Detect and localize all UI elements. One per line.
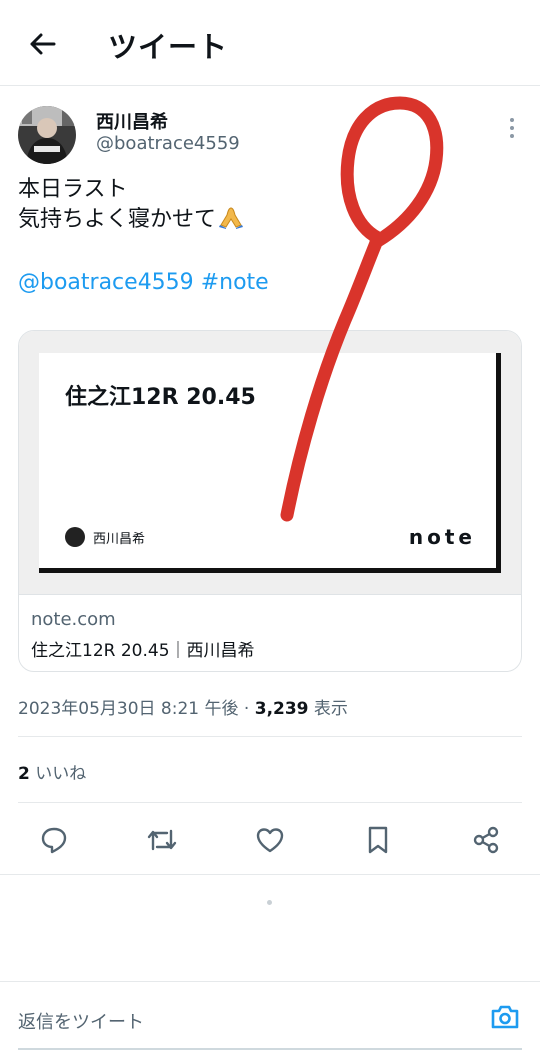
tweet-author-row: 西川昌希 @boatrace4559	[18, 100, 522, 166]
share-button[interactable]	[466, 820, 506, 860]
more-dots-icon	[510, 118, 514, 122]
reply-bar: 返信をツイート	[0, 981, 540, 1057]
note-logo: note	[408, 525, 476, 549]
like-button[interactable]	[250, 820, 290, 860]
tweet-actions	[0, 812, 540, 868]
reply-input[interactable]: 返信をツイート	[18, 1008, 144, 1034]
share-icon	[473, 826, 499, 854]
views-label: 表示	[308, 699, 348, 719]
like-icon	[256, 828, 284, 853]
tweet-line-1: 本日ラスト	[18, 177, 128, 202]
bookmark-icon	[368, 826, 388, 854]
link-card[interactable]: 住之江12R 20.45 西川昌希 note note.com 住之江12R 2…	[18, 330, 522, 672]
note-author-avatar	[65, 527, 85, 547]
divider	[18, 802, 522, 803]
tweet-text: 本日ラスト 気持ちよく寝かせて	[18, 175, 518, 238]
camera-icon	[491, 1005, 519, 1029]
folded-hands-icon	[218, 205, 244, 238]
more-options-button[interactable]	[502, 114, 522, 142]
card-description: 住之江12R 20.45｜西川昌希	[31, 641, 255, 661]
likes-label: いいね	[29, 764, 87, 784]
mention-link[interactable]: @boatrace4559	[18, 270, 194, 295]
note-title: 住之江12R 20.45	[65, 385, 256, 410]
divider	[0, 874, 540, 875]
arrow-left-icon	[30, 33, 56, 55]
note-author-name: 西川昌希	[93, 531, 146, 547]
page-title: ツイート	[108, 30, 229, 64]
divider	[18, 736, 522, 737]
camera-button[interactable]	[488, 1000, 522, 1034]
loading-indicator	[267, 900, 272, 905]
hashtag-link[interactable]: #note	[201, 270, 269, 295]
reply-icon	[41, 827, 67, 854]
card-domain: note.com	[31, 609, 116, 630]
author-name[interactable]: 西川昌希	[96, 108, 168, 134]
retweet-icon	[147, 829, 177, 851]
tweet-timestamp: 2023年05月30日 8:21 午後 · 3,239 表示	[18, 694, 348, 719]
author-handle[interactable]: @boatrace4559	[96, 133, 240, 154]
note-author: 西川昌希	[65, 527, 145, 547]
app-header: ツイート	[0, 0, 540, 86]
tweet-links: @boatrace4559 #note	[18, 270, 269, 295]
card-meta[interactable]: note.com 住之江12R 20.45｜西川昌希	[19, 594, 521, 671]
tweet-datetime[interactable]: 2023年05月30日 8:21 午後 ·	[18, 699, 255, 719]
retweet-button[interactable]	[142, 820, 182, 860]
bookmark-button[interactable]	[358, 820, 398, 860]
tweet-line-2: 気持ちよく寝かせて	[18, 207, 217, 232]
reply-button[interactable]	[34, 820, 74, 860]
views-count: 3,239	[254, 699, 309, 719]
back-button[interactable]	[22, 26, 62, 62]
likes-number: 2	[18, 764, 30, 784]
note-thumbnail: 住之江12R 20.45 西川昌希 note	[39, 353, 501, 573]
likes-count[interactable]: 2 いいね	[18, 759, 86, 784]
avatar[interactable]	[18, 106, 76, 164]
card-image[interactable]: 住之江12R 20.45 西川昌希 note	[19, 331, 521, 594]
reply-underline	[18, 1048, 522, 1050]
